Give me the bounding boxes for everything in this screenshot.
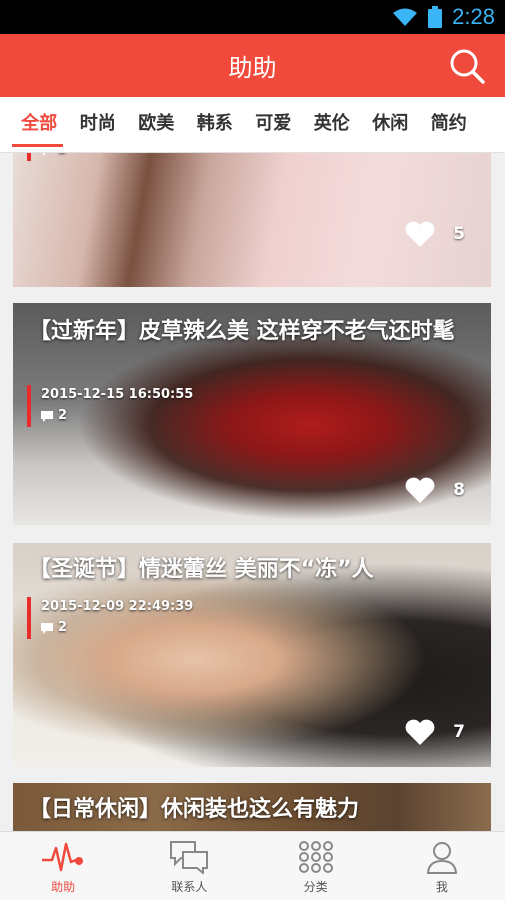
article-image [13,153,491,287]
tab-all[interactable]: 全部 [10,97,69,153]
tab-fashion[interactable]: 时尚 [69,97,128,153]
tab-korean[interactable]: 韩系 [186,97,245,153]
like-count: 8 [453,480,465,500]
article-feed[interactable]: 3 5 【过新年】皮草辣么美 这样穿不老气还时髦 2015-12-15 16:5… [0,153,505,831]
article-title: 【日常休闲】休闲装也这么有魅力 [29,797,360,822]
article-title: 【圣诞节】情迷蕾丝 美丽不“冻”人 [29,557,374,582]
search-button[interactable] [447,46,487,86]
page-title: 助助 [228,54,277,82]
battery-icon [428,6,443,28]
pulse-icon [42,842,84,872]
nav-category[interactable]: 分类 [253,832,379,900]
article-title: 【过新年】皮草辣么美 这样穿不老气还时髦 [29,319,455,344]
nav-label: 分类 [303,880,328,894]
article-date: 2015-12-15 16:50:55 [41,387,194,402]
nav-contacts[interactable]: 联系人 [126,832,252,900]
search-icon [450,49,485,84]
like-count: 5 [453,224,465,244]
tab-minimal[interactable]: 简约 [420,97,479,153]
article-card[interactable]: 【日常休闲】休闲装也这么有魅力 [13,783,491,831]
tab-british[interactable]: 英伦 [303,97,362,153]
article-card[interactable]: 【过新年】皮草辣么美 这样穿不老气还时髦 2015-12-15 16:50:55… [13,303,491,525]
article-card[interactable]: 3 5 [13,153,491,287]
status-bar: 2:28 [0,0,505,34]
like-group[interactable]: 5 [405,221,465,247]
tab-casual[interactable]: 休闲 [361,97,420,153]
nav-home[interactable]: 助助 [0,832,126,900]
like-group[interactable]: 8 [405,477,465,503]
bottom-navigation: 助助 联系人 分类 我 [0,831,505,900]
article-meta: 2015-12-15 16:50:55 2 [27,385,193,427]
comment-icon [41,410,53,422]
category-tabs: 全部 时尚 欧美 韩系 可爱 英伦 休闲 简约 [0,97,505,153]
like-count: 7 [453,722,465,742]
comment-count: 3 [41,153,67,161]
nav-label: 我 [435,880,448,894]
app-header: 助助 [0,34,505,97]
like-group[interactable]: 7 [405,719,465,745]
comment-count: 2 [41,617,193,639]
article-card[interactable]: 【圣诞节】情迷蕾丝 美丽不“冻”人 2015-12-09 22:49:39 2 … [13,543,491,767]
comment-count: 2 [41,405,193,427]
comment-icon [41,622,53,634]
person-icon [426,842,457,874]
chat-bubbles-icon [170,841,209,874]
heart-icon [405,477,435,503]
tab-cute[interactable]: 可爱 [244,97,303,153]
heart-icon [405,719,435,745]
wifi-icon [393,8,418,26]
article-meta: 3 [27,153,67,161]
status-time: 2:28 [452,4,495,29]
grid-dots-icon [298,841,333,873]
heart-icon [405,221,435,247]
tab-western[interactable]: 欧美 [127,97,186,153]
comment-icon [43,153,46,156]
nav-label: 联系人 [171,880,208,894]
article-meta: 2015-12-09 22:49:39 2 [27,597,193,639]
nav-label: 助助 [51,880,76,894]
article-date: 2015-12-09 22:49:39 [41,599,194,614]
nav-me[interactable]: 我 [379,832,505,900]
